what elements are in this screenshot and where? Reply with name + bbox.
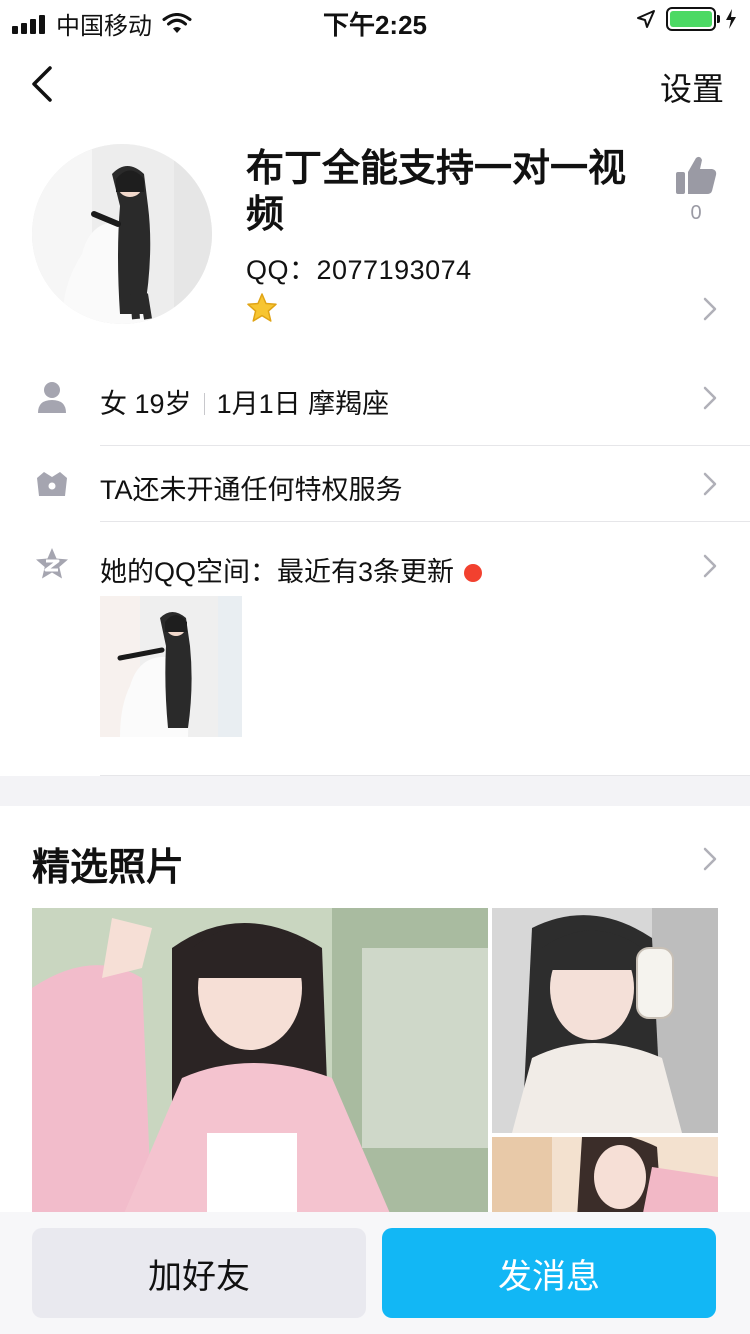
chevron-right-icon[interactable] xyxy=(700,294,720,324)
thumbs-up-icon xyxy=(676,156,717,194)
qq-number: QQ：2077193074 xyxy=(246,255,472,285)
like-count: 0 xyxy=(690,202,702,224)
qzone-star-icon xyxy=(36,548,68,579)
qzone-text: 她的QQ空间：最近有3条更新 xyxy=(100,550,483,589)
separator xyxy=(203,393,205,415)
chevron-right-icon xyxy=(703,386,717,410)
basic-info-row[interactable]: 女 19岁 1月1日 摩羯座 xyxy=(0,360,750,436)
status-right xyxy=(636,7,738,31)
featured-photo-image xyxy=(492,908,718,1133)
age: 19岁 xyxy=(134,389,192,419)
status-bar: 中国移动 下午2:25 xyxy=(0,0,750,40)
qzone-photo-thumbnail[interactable] xyxy=(100,596,242,737)
person-icon xyxy=(38,382,66,413)
privilege-row[interactable]: TA还未开通任何特权服务 xyxy=(0,446,750,522)
send-message-button[interactable]: 发消息 xyxy=(382,1228,716,1318)
add-friend-button[interactable]: 加好友 xyxy=(32,1228,366,1318)
avatar[interactable] xyxy=(32,144,212,324)
red-dot-badge xyxy=(464,564,483,582)
zodiac: 摩羯座 xyxy=(308,389,390,419)
gender: 女 xyxy=(100,389,127,419)
birthday: 1月1日 xyxy=(216,389,301,419)
privilege-text: TA还未开通任何特权服务 xyxy=(100,475,403,505)
avatar-image xyxy=(32,144,212,324)
back-button[interactable] xyxy=(22,62,66,106)
chevron-right-icon xyxy=(703,472,717,496)
chevron-left-icon xyxy=(32,66,52,102)
section-separator xyxy=(0,776,750,806)
chevron-right-icon xyxy=(703,554,717,578)
featured-photo-2[interactable] xyxy=(492,908,718,1133)
featured-photo-1[interactable] xyxy=(32,908,488,1218)
star-icon[interactable] xyxy=(246,292,278,324)
featured-photos-title: 精选照片 xyxy=(32,847,185,889)
featured-photo-image xyxy=(492,1137,718,1218)
like-button[interactable] xyxy=(672,152,720,200)
qzone-label: 她的QQ空间：最近有3条更新 xyxy=(100,557,455,587)
chevron-right-icon[interactable] xyxy=(700,844,720,874)
battery-icon xyxy=(666,7,720,31)
location-arrow-icon xyxy=(637,10,655,28)
charging-bolt-icon xyxy=(726,9,736,29)
featured-photo-3[interactable] xyxy=(492,1137,718,1218)
settings-button[interactable]: 设置 xyxy=(660,64,724,110)
profile-name: 布丁全能支持一对一视频 xyxy=(246,148,627,236)
basic-info-text: 女 19岁 1月1日 摩羯座 xyxy=(100,382,389,421)
qzone-photo-image xyxy=(100,596,242,737)
featured-photo-image xyxy=(32,908,488,1218)
battery-level xyxy=(670,11,712,27)
crown-icon xyxy=(37,472,67,496)
